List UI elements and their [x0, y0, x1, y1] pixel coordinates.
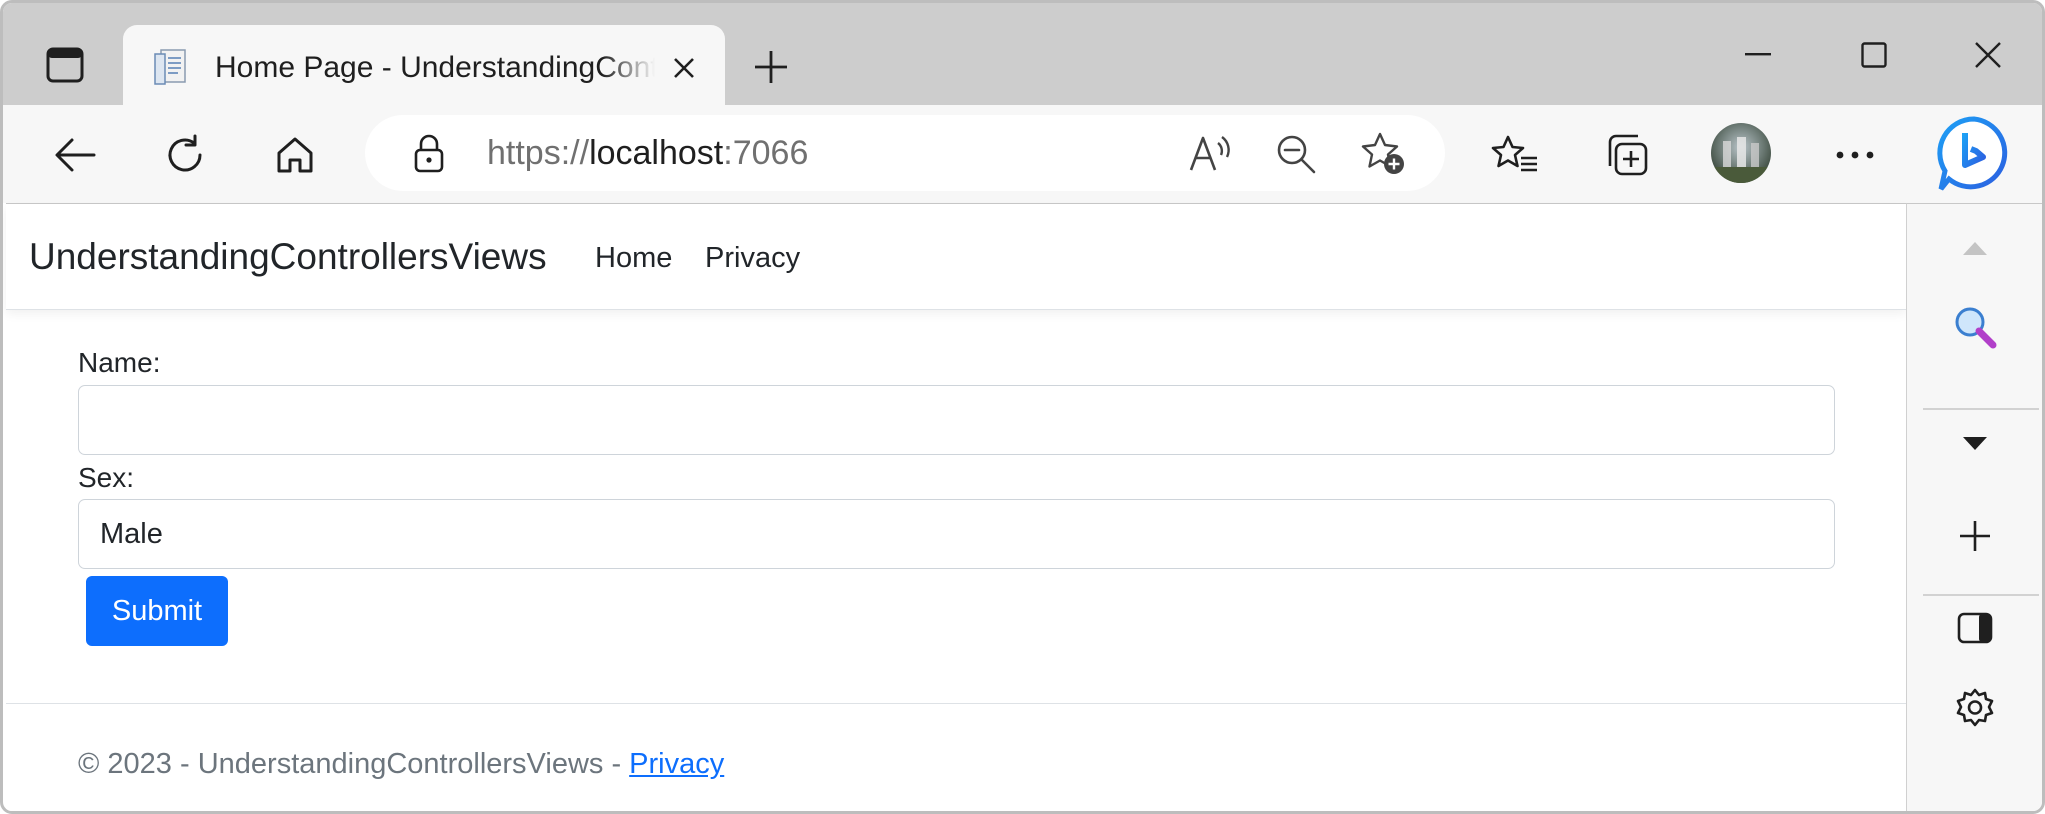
url-text[interactable]: https://localhost:7066 [487, 129, 808, 177]
plus-icon [755, 51, 787, 83]
read-aloud-icon [1189, 136, 1230, 171]
nav-link-home[interactable]: Home [595, 238, 672, 278]
collections-icon [1608, 134, 1648, 176]
scroll-up-icon [1963, 242, 1987, 255]
site-navbar: UnderstandingControllersViews Home Priva… [6, 204, 1906, 310]
site-brand-link[interactable]: UnderstandingControllersViews [29, 234, 547, 280]
home-icon [277, 137, 313, 173]
submit-button[interactable]: Submit [86, 576, 228, 646]
sidebar-divider [1923, 408, 2039, 410]
tab-actions-icon [46, 47, 84, 83]
tab-close-button[interactable] [663, 47, 705, 89]
settings-icon [1956, 688, 1994, 727]
copilot-icon[interactable] [1935, 115, 2013, 193]
footer-privacy-link[interactable]: Privacy [629, 748, 724, 780]
new-tab-button[interactable] [743, 39, 799, 95]
tab-strip: Home Page - UnderstandingControllersView… [3, 3, 2042, 109]
address-bar[interactable]: https://localhost:7066 [365, 115, 1445, 191]
more-icon [1836, 151, 1874, 159]
refresh-icon [168, 134, 202, 172]
name-input[interactable] [78, 385, 1835, 455]
web-page: UnderstandingControllersViews Home Priva… [6, 203, 1906, 811]
sidebar-divider [1923, 594, 2039, 596]
minimize-icon [1745, 53, 1771, 56]
browser-window: Home Page - UnderstandingControllersView… [0, 0, 2045, 814]
collections-button[interactable] [1597, 125, 1657, 185]
url-port: :7066 [723, 134, 809, 172]
search-icon [1955, 307, 1997, 349]
site-footer: © 2023 - UnderstandingControllersViews -… [6, 703, 1906, 811]
footer-text: © 2023 - UnderstandingControllersViews -… [78, 744, 724, 784]
maximize-icon [1861, 42, 1887, 68]
sidebar-add-button[interactable] [1945, 506, 2005, 566]
maximize-button[interactable] [1839, 25, 1909, 85]
sex-select[interactable]: Male [78, 499, 1835, 569]
split-screen-icon [1957, 612, 1993, 644]
add-favorite-icon [1361, 132, 1404, 174]
tab-actions-button[interactable] [31, 35, 99, 95]
sidebar-scroll-up-button[interactable] [1945, 218, 2005, 278]
minimize-button[interactable] [1723, 25, 1793, 85]
sidebar-settings-button[interactable] [1945, 678, 2005, 738]
add-favorite-button[interactable] [1359, 129, 1409, 179]
sex-label: Sex: [78, 462, 135, 493]
sidebar-split-screen-button[interactable] [1945, 598, 2005, 658]
edge-sidebar [1906, 203, 2042, 811]
close-icon [1975, 42, 2001, 68]
sidebar-search-button[interactable] [1945, 297, 2005, 357]
sidebar-expand-button[interactable] [1945, 414, 2005, 474]
read-aloud-button[interactable] [1185, 129, 1235, 179]
back-button[interactable] [45, 125, 105, 185]
refresh-button[interactable] [155, 125, 215, 185]
url-host: localhost [589, 134, 724, 172]
profile-avatar[interactable] [1711, 123, 1771, 183]
footer-copyright: © 2023 - UnderstandingControllersViews - [78, 748, 630, 780]
favorites-button[interactable] [1485, 125, 1545, 185]
zoom-out-button[interactable] [1271, 129, 1321, 179]
favorites-icon [1491, 135, 1537, 172]
name-label: Name: [78, 347, 161, 378]
more-button[interactable] [1825, 125, 1885, 185]
add-icon [1960, 521, 1990, 551]
avatar-image [1711, 137, 1771, 183]
lock-icon[interactable] [409, 133, 449, 173]
nav-link-privacy[interactable]: Privacy [705, 238, 800, 278]
window-close-button[interactable] [1953, 25, 2023, 85]
document-page-icon [154, 49, 186, 85]
home-button[interactable] [265, 125, 325, 185]
tab-title: Home Page - UnderstandingControllersView… [215, 51, 655, 84]
back-icon [55, 138, 96, 172]
close-icon [674, 58, 694, 78]
expand-down-icon [1963, 437, 1987, 450]
active-tab[interactable]: Home Page - UnderstandingControllersView… [123, 25, 725, 109]
zoom-out-icon [1277, 135, 1316, 174]
url-scheme: https:// [487, 134, 590, 172]
